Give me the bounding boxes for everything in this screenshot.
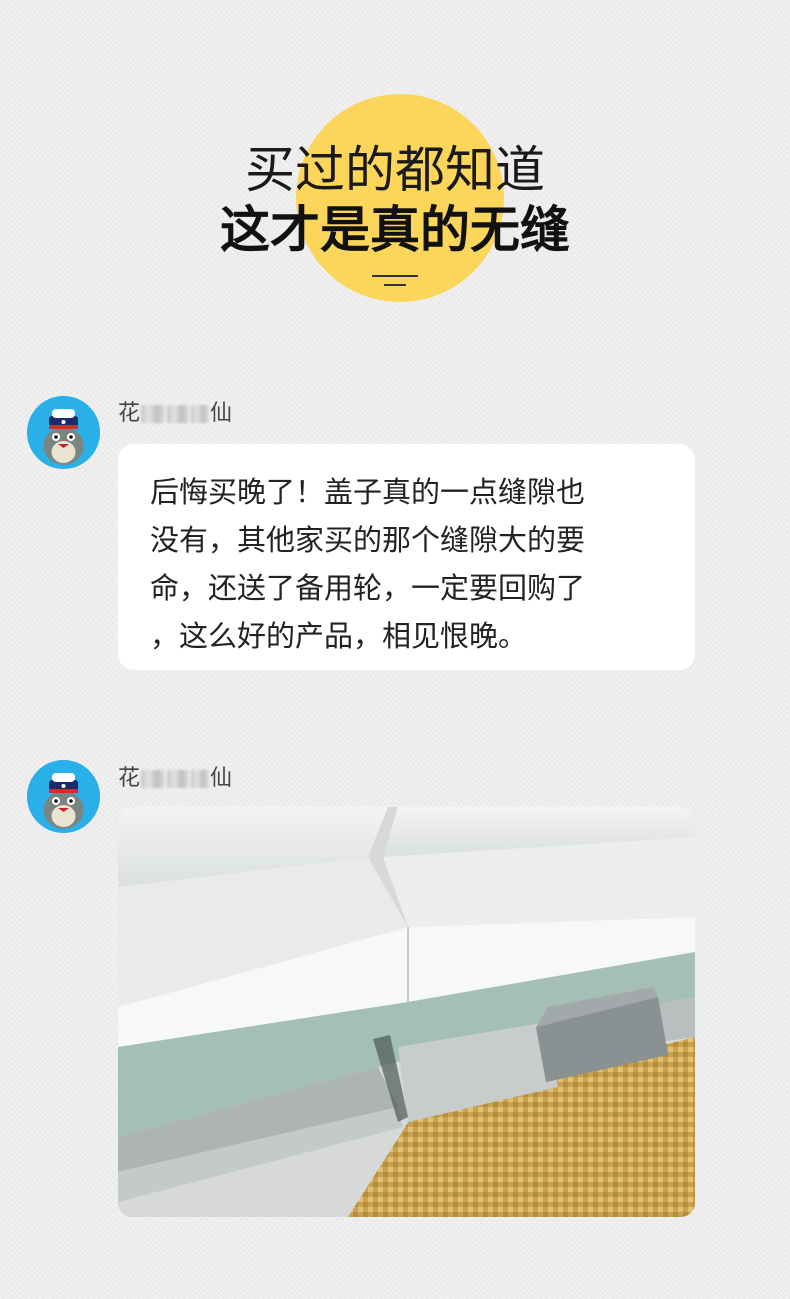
username-masked-chars [167,770,190,788]
totoro-sailor-avatar-icon [27,760,100,833]
username: 花 仙 [118,400,232,428]
headline-divider-long [372,275,418,277]
totoro-sailor-avatar-icon [27,396,100,469]
headline-line-2: 这才是真的无缝 [220,201,570,259]
review-text-line: ，这么好的产品，相见恨晚。 [150,619,528,653]
user-avatar[interactable] [27,760,100,833]
storage-box-lid-closeup-photo-icon [118,807,695,1217]
review-photo[interactable] [118,807,695,1217]
headline-line-1: 买过的都知道 [245,141,545,199]
username-masked-chars [191,405,210,423]
review-text-bubble: 后悔买晚了！盖子真的一点缝隙也 没有，其他家买的那个缝隙大的要 命，还送了备用轮… [118,444,695,670]
username-prefix: 花 [118,401,141,426]
username-prefix: 花 [118,766,141,791]
username-masked-chars [141,405,166,423]
username-suffix: 仙 [210,401,233,426]
review-text-line: 后悔买晚了！盖子真的一点缝隙也 [150,475,586,509]
user-avatar[interactable] [27,396,100,469]
username-masked-chars [141,770,166,788]
username-masked-chars [167,405,190,423]
headline-divider-short [384,284,406,286]
username-suffix: 仙 [210,766,233,791]
username-masked-chars [191,770,210,788]
username: 花 仙 [118,765,232,793]
review-text-line: 命，还送了备用轮，一定要回购了 [150,571,586,605]
review-text-line: 没有，其他家买的那个缝隙大的要 [150,523,586,557]
